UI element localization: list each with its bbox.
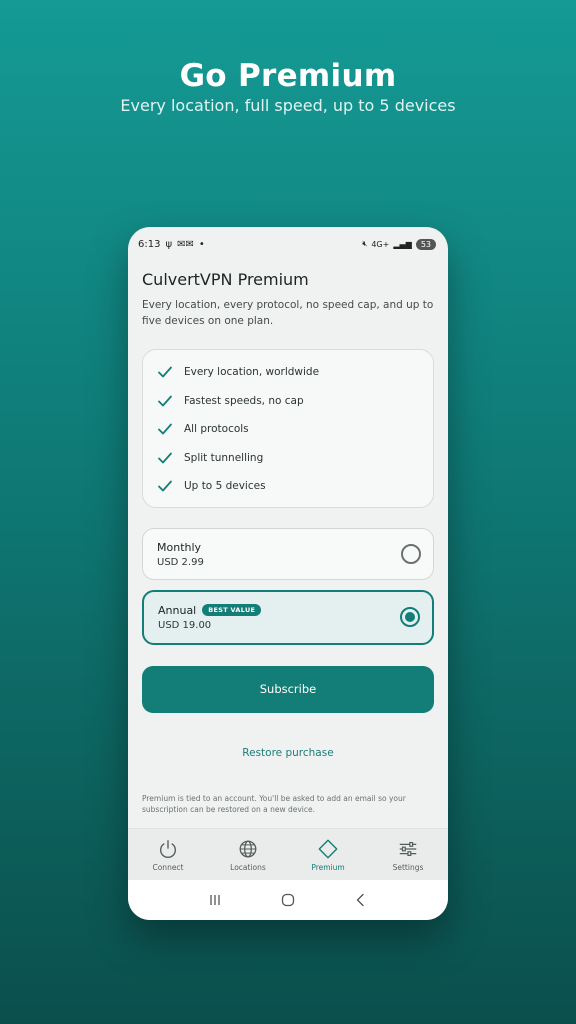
nav-item-premium[interactable]: Premium (288, 829, 368, 880)
mute-icon: 🔇︎ (362, 239, 368, 248)
signal-icon: ▂▄▆ (393, 239, 412, 249)
recents-icon[interactable] (207, 892, 223, 908)
diamond-icon (318, 839, 338, 858)
plan-price: USD 19.00 (158, 619, 212, 631)
nav-label: Settings (392, 862, 424, 872)
check-icon (158, 423, 172, 435)
feature-item: All protocols (157, 415, 421, 444)
feature-list: Every location, worldwide Fastest speeds… (142, 349, 434, 508)
phone-frame: 6:13 ψ ✉✉ • 🔇︎ 4G+ ▂▄▆ 53 CulvertVPN Pre… (128, 227, 448, 920)
feature-label: All protocols (184, 423, 249, 436)
plan-option-annual[interactable]: Annual BEST VALUE USD 19.00 (142, 589, 434, 645)
feature-label: Fastest speeds, no cap (184, 394, 304, 407)
nav-item-locations[interactable]: Locations (208, 829, 288, 880)
check-icon (158, 452, 172, 464)
check-icon (158, 395, 172, 407)
feature-label: Split tunnelling (184, 451, 264, 464)
nav-label: Locations (230, 862, 266, 872)
feature-label: Every location, worldwide (184, 366, 320, 379)
sliders-icon (399, 841, 417, 856)
usb-icon: ψ (165, 238, 173, 250)
radio-button[interactable] (401, 543, 421, 564)
best-value-badge: BEST VALUE (202, 604, 262, 616)
restore-purchase-link[interactable]: Restore purchase (142, 747, 434, 759)
globe-icon (239, 840, 257, 857)
feature-item: Every location, worldwide (157, 358, 421, 387)
subscribe-button[interactable]: Subscribe (142, 665, 434, 713)
dot-icon: • (198, 238, 205, 250)
feature-item: Split tunnelling (157, 444, 421, 473)
page-title: CulvertVPN Premium (142, 270, 309, 289)
feature-label: Up to 5 devices (184, 480, 266, 493)
plan-price: USD 2.99 (157, 556, 204, 568)
plan-option-monthly[interactable]: Monthly USD 2.99 (142, 527, 434, 580)
nav-item-settings[interactable]: Settings (368, 829, 448, 880)
network-label: 4G+ (371, 239, 390, 249)
battery-indicator: 53 (415, 238, 436, 250)
account-footnote: Premium is tied to an account. You'll be… (142, 793, 406, 814)
nav-label: Connect (152, 862, 184, 872)
home-icon[interactable] (280, 892, 296, 908)
promo-title: Go Premium (179, 58, 397, 94)
feature-item: Fastest speeds, no cap (157, 387, 421, 416)
plan-name: Annual (158, 603, 197, 617)
check-icon (158, 480, 172, 492)
power-icon (160, 839, 176, 858)
status-bar: 6:13 ψ ✉✉ • 🔇︎ 4G+ ▂▄▆ 53 (128, 227, 448, 261)
feature-item: Up to 5 devices (157, 472, 421, 501)
system-navigation-bar (128, 880, 448, 920)
nav-item-connect[interactable]: Connect (128, 829, 208, 880)
mail-icon: ✉✉ (177, 238, 194, 250)
status-time: 6:13 (138, 238, 161, 250)
promo-header: Go Premium Every location, full speed, u… (0, 56, 576, 116)
bottom-navigation: Connect Locations Premium Settings (128, 828, 448, 880)
check-icon (158, 366, 172, 378)
back-icon[interactable] (353, 892, 369, 908)
page-description: Every location, every protocol, no speed… (142, 299, 434, 327)
nav-label: Premium (311, 862, 345, 872)
promo-subtitle: Every location, full speed, up to 5 devi… (120, 96, 456, 115)
radio-button-selected[interactable] (400, 607, 420, 627)
plan-name: Monthly (157, 540, 202, 554)
premium-content: CulvertVPN Premium Every location, every… (142, 267, 434, 815)
